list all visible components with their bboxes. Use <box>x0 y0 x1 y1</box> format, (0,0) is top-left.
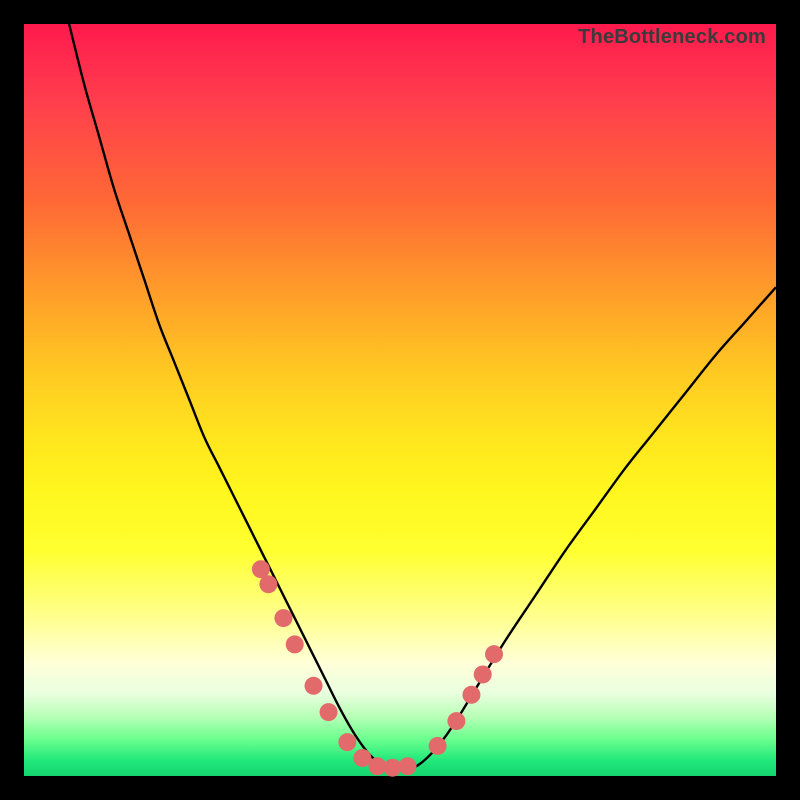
marker-dot <box>274 609 292 627</box>
chart-container: TheBottleneck.com <box>0 0 800 800</box>
curve-svg <box>24 24 776 776</box>
marker-dot <box>320 703 338 721</box>
marker-dot <box>399 757 417 775</box>
bottleneck-curve <box>69 24 776 771</box>
plot-area: TheBottleneck.com <box>24 24 776 776</box>
marker-group <box>252 560 503 777</box>
marker-dot <box>305 677 323 695</box>
marker-dot <box>286 635 304 653</box>
marker-dot <box>462 686 480 704</box>
marker-dot <box>338 733 356 751</box>
marker-dot <box>485 645 503 663</box>
marker-dot <box>259 575 277 593</box>
marker-dot <box>429 737 447 755</box>
marker-dot <box>474 665 492 683</box>
marker-dot <box>447 712 465 730</box>
